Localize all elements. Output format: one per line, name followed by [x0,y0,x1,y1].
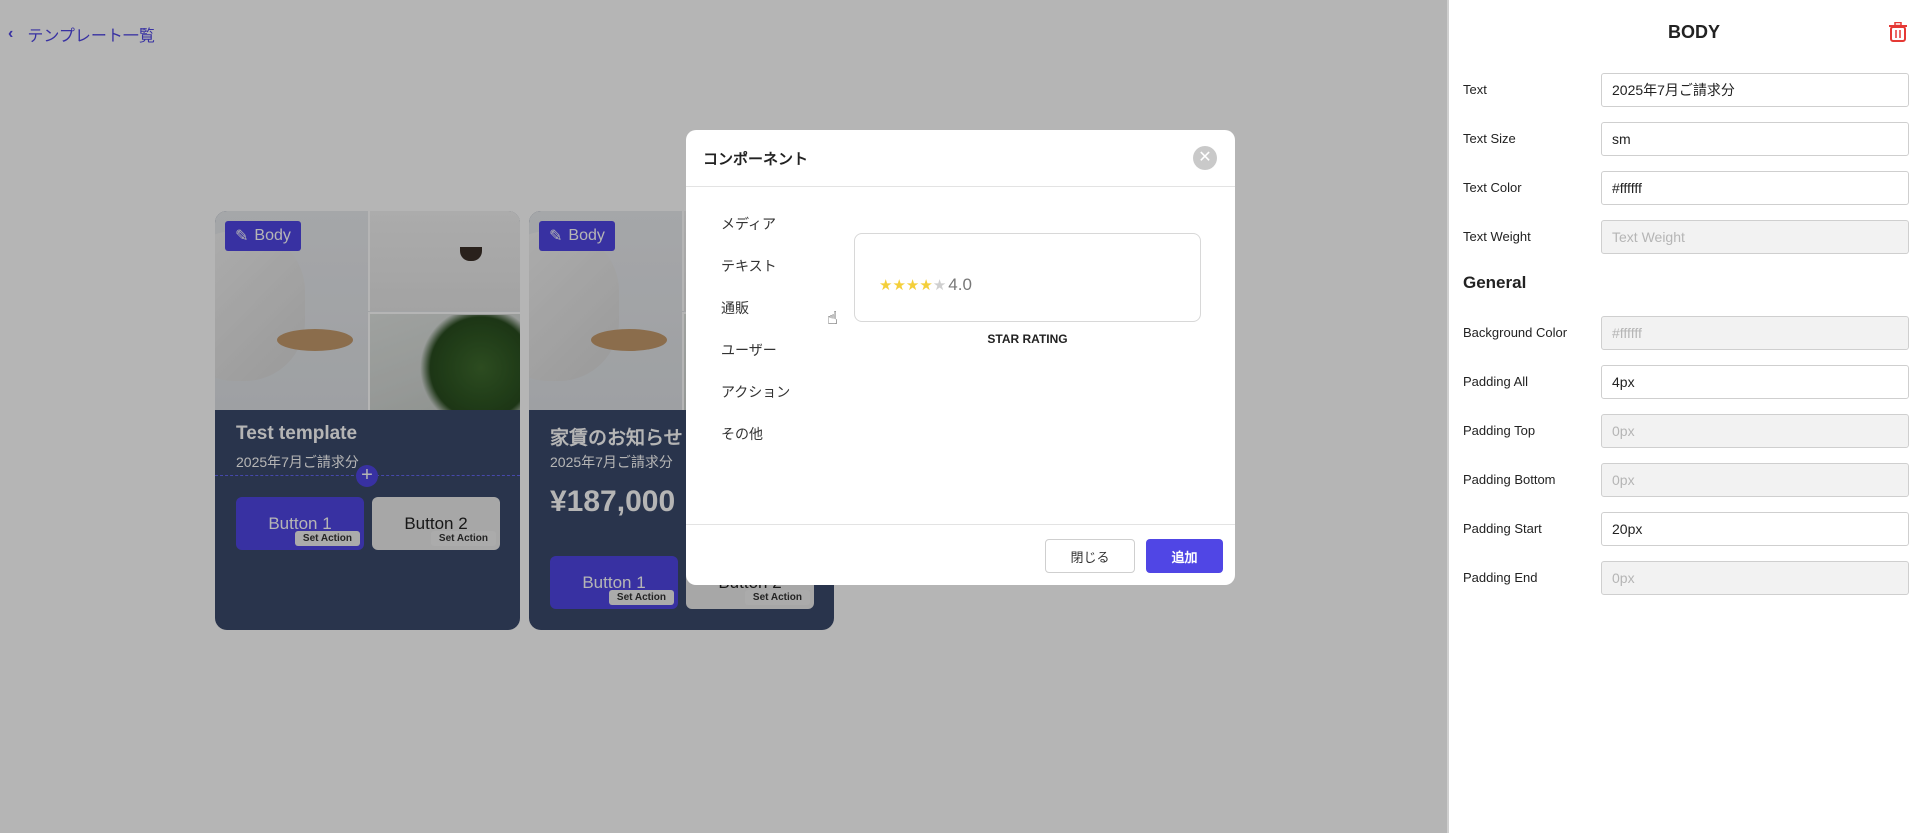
field-padding-bottom: Padding Bottom [1463,463,1909,497]
hand-pointer-icon: ☝ [827,308,838,328]
modal-header: コンポーネント ✕ [686,130,1235,187]
modal-title: コンポーネント [703,151,809,168]
field-label: Background Color [1463,325,1568,340]
properties-panel: BODY Text Text Size Text Color Text Weig… [1447,0,1927,833]
star-rating: ★ ★ ★ ★ ★ 4.0 [879,275,972,295]
category-user[interactable]: ユーザー [721,340,790,382]
star-filled-icon: ★ [892,277,906,294]
padding-end-input[interactable] [1601,561,1909,595]
category-action[interactable]: アクション [721,382,790,424]
field-label: Text Weight [1463,229,1531,244]
close-icon[interactable]: ✕ [1193,146,1217,170]
field-padding-start: Padding Start [1463,512,1909,546]
trash-icon[interactable] [1889,22,1907,42]
component-label: STAR RATING [987,332,1068,346]
modal-footer [686,524,1235,525]
field-text-color: Text Color [1463,171,1909,205]
field-text-size: Text Size [1463,122,1909,156]
star-rating-component-card[interactable]: ★ ★ ★ ★ ★ 4.0 [854,233,1201,322]
category-ecommerce[interactable]: 通販 [721,298,790,340]
modal-backdrop[interactable]: コンポーネント ✕ メディア テキスト 通販 ユーザー アクション その他 ☝ … [0,0,1447,833]
general-section-title: General [1463,273,1527,292]
star-empty-icon: ★ [932,277,947,294]
text-size-input[interactable] [1601,122,1909,156]
text-color-input[interactable] [1601,171,1909,205]
text-weight-input[interactable] [1601,220,1909,254]
field-background-color: Background Color [1463,316,1909,350]
field-label: Padding Bottom [1463,472,1556,487]
star-filled-icon: ★ [879,277,893,294]
field-text-weight: Text Weight [1463,220,1909,254]
field-label: Text Size [1463,131,1516,146]
padding-start-input[interactable] [1601,512,1909,546]
panel-title: BODY [1667,22,1720,42]
add-button[interactable]: 追加 [1146,539,1223,573]
field-padding-all: Padding All [1463,365,1909,399]
padding-top-input[interactable] [1601,414,1909,448]
star-filled-icon: ★ [919,277,933,294]
text-input[interactable] [1601,73,1909,107]
rating-value: 4.0 [948,275,972,294]
category-media[interactable]: メディア [721,214,790,256]
category-other[interactable]: その他 [721,424,790,466]
padding-bottom-input[interactable] [1601,463,1909,497]
field-label: Padding End [1463,570,1538,585]
component-category-list: メディア テキスト 通販 ユーザー アクション その他 [721,214,790,466]
field-label: Text Color [1463,180,1522,195]
padding-all-input[interactable] [1601,365,1909,399]
field-padding-top: Padding Top [1463,414,1909,448]
close-button[interactable]: 閉じる [1045,539,1135,573]
field-label: Padding Start [1463,521,1542,536]
component-picker-modal: コンポーネント ✕ メディア テキスト 通販 ユーザー アクション その他 ☝ … [686,130,1235,585]
background-color-input[interactable] [1601,316,1909,350]
field-label: Padding Top [1463,423,1536,438]
field-label: Padding All [1463,374,1529,389]
field-text: Text [1463,73,1909,107]
field-padding-end: Padding End [1463,561,1909,595]
field-label: Text [1463,82,1487,97]
star-filled-icon: ★ [905,277,920,294]
category-text[interactable]: テキスト [721,256,790,298]
